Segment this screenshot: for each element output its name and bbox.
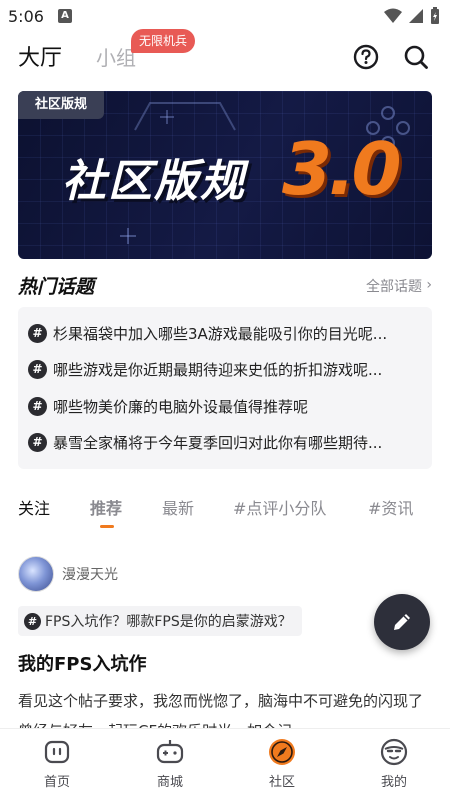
hashtag-icon: # (24, 612, 41, 630)
status-bar: 5:06 A (0, 0, 450, 32)
hot-topic-item[interactable]: # 哪些物美价廉的电脑外设最值得推荐呢 (28, 388, 422, 425)
notification-icon: A (57, 9, 72, 23)
signal-icon (409, 9, 423, 23)
tab-hall[interactable]: 大厅 (18, 40, 62, 72)
wifi-icon (384, 8, 402, 23)
hot-topics-header: 热门话题 全部话题 › (18, 272, 432, 298)
bottom-nav: 首页 商城 社区 我的 (0, 728, 450, 800)
hashtag-icon: # (28, 323, 47, 343)
hot-topics-list: # 杉果福袋中加入哪些3A游戏最能吸引你的目光呢... # 哪些游戏是你近期最期… (18, 307, 432, 469)
nav-community-label: 社区 (268, 775, 295, 790)
search-icon[interactable] (402, 43, 430, 71)
home-icon (44, 740, 70, 764)
tab-latest[interactable]: 最新 (162, 495, 194, 519)
battery-icon (431, 7, 439, 24)
hot-topic-item[interactable]: # 暴雪全家桶将于今年夏季回归对此你有哪些期待... (28, 425, 422, 462)
controller-decoration (134, 102, 236, 131)
hashtag-icon: # (28, 396, 47, 416)
hot-topics-title: 热门话题 (18, 276, 95, 298)
hot-topic-text: 暴雪全家桶将于今年夏季回归对此你有哪些期待... (53, 434, 383, 453)
nav-profile[interactable]: 我的 (354, 729, 434, 800)
hot-topic-item[interactable]: # 哪些游戏是你近期最期待迎来史低的折扣游戏呢... (28, 352, 422, 389)
nav-home-label: 首页 (43, 775, 70, 790)
banner-version: 3.0 (282, 127, 402, 211)
compose-button[interactable] (374, 594, 430, 650)
help-icon[interactable] (352, 43, 380, 71)
gamepad-icon (156, 740, 184, 764)
nav-store-label: 商城 (156, 775, 183, 790)
nav-profile-label: 我的 (380, 775, 407, 790)
post-body[interactable]: 看见这个帖子要求，我忽而恍惚了，脑海中不可避免的闪现了曾经与好友一起玩CF的欢乐… (18, 686, 432, 732)
all-topics-link[interactable]: 全部话题 (366, 276, 422, 296)
banner-title: 社区版规 (62, 156, 246, 207)
hot-topic-item[interactable]: # 杉果福袋中加入哪些3A游戏最能吸引你的目光呢... (28, 315, 422, 352)
avatar[interactable] (18, 556, 54, 592)
author-name[interactable]: 漫漫天光 (62, 564, 118, 584)
feed-tabs: 关注 推荐 最新 #点评小分队 #资讯 (0, 495, 450, 535)
tab-recommend[interactable]: 推荐 (90, 495, 122, 519)
nav-home[interactable]: 首页 (17, 729, 97, 800)
tab-news[interactable]: #资讯 (368, 495, 413, 519)
dpad-decoration (120, 228, 136, 244)
profile-icon (380, 738, 408, 766)
status-time: 5:06 (8, 6, 44, 26)
post-author[interactable]: 漫漫天光 (18, 556, 118, 592)
tab-follow[interactable]: 关注 (18, 495, 50, 519)
nav-community[interactable]: 社区 (242, 729, 322, 800)
nav-store[interactable]: 商城 (130, 729, 210, 800)
pencil-icon (394, 614, 410, 630)
hashtag-icon: # (28, 433, 47, 453)
tab-group[interactable]: 小组 (96, 42, 136, 71)
hashtag-icon: # (28, 360, 47, 380)
compass-icon (269, 739, 295, 765)
top-nav: 大厅 小组 无限机兵 (0, 29, 450, 82)
tab-review-squad[interactable]: #点评小分队 (233, 495, 326, 519)
active-tab-indicator (100, 525, 114, 528)
post-topic-tag[interactable]: # FPS入坑作？哪款FPS是你的启蒙游戏？ (18, 606, 302, 636)
post-topic-text: FPS入坑作？哪款FPS是你的启蒙游戏？ (45, 614, 292, 630)
hot-topic-text: 哪些游戏是你近期最期待迎来史低的折扣游戏呢... (53, 361, 383, 380)
chevron-right-icon[interactable]: › (426, 277, 432, 293)
banner-tag: 社区版规 (18, 91, 104, 119)
hot-topic-text: 哪些物美价廉的电脑外设最值得推荐呢 (53, 397, 309, 416)
post-title[interactable]: 我的FPS入坑作 (18, 650, 146, 676)
hot-topic-text: 杉果福袋中加入哪些3A游戏最能吸引你的目光呢... (53, 324, 388, 343)
community-rules-banner[interactable]: 社区版规 社区版规 3.0 (18, 91, 432, 259)
group-badge[interactable]: 无限机兵 (131, 29, 196, 53)
